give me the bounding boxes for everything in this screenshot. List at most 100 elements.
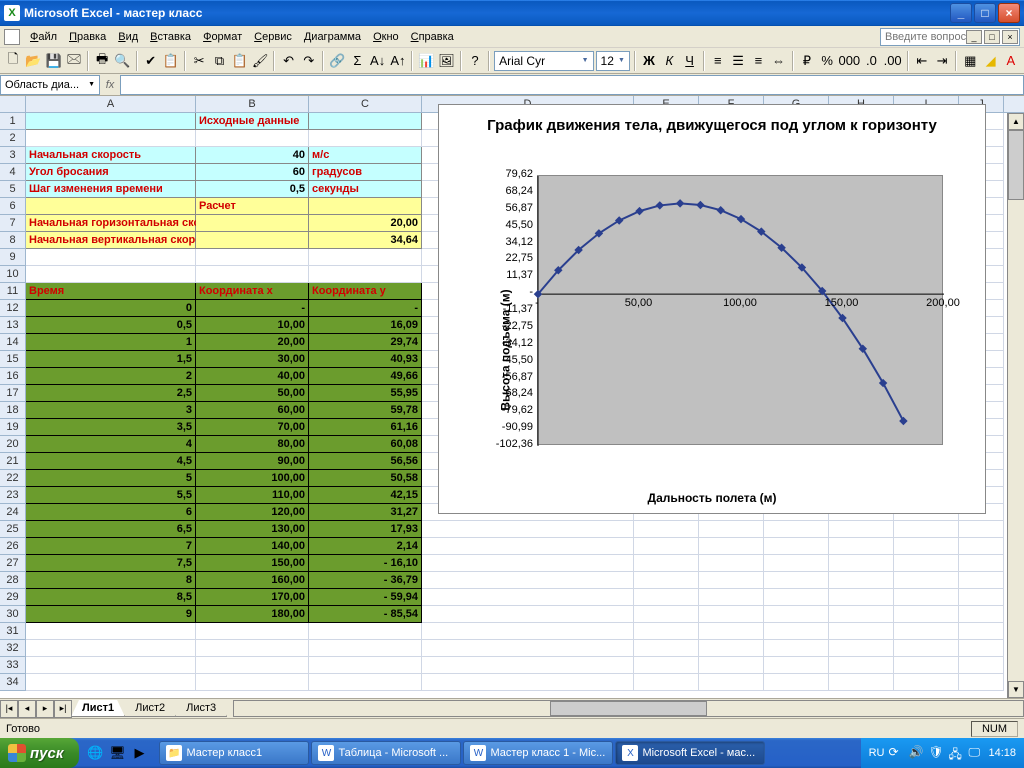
cell[interactable]	[699, 674, 764, 691]
cell[interactable]: Время	[26, 283, 196, 300]
cell[interactable]	[829, 674, 894, 691]
cell[interactable]	[959, 657, 1004, 674]
row-header[interactable]: 9	[0, 249, 26, 266]
align-left-icon[interactable]: ≡	[709, 50, 727, 72]
underline-button[interactable]: Ч	[680, 50, 698, 72]
cell[interactable]	[829, 538, 894, 555]
cell[interactable]: 60	[196, 164, 309, 181]
cell[interactable]	[26, 674, 196, 691]
cell[interactable]	[422, 657, 634, 674]
cell[interactable]: -	[309, 300, 422, 317]
language-indicator[interactable]: RU	[869, 747, 885, 759]
cell[interactable]: секунды	[309, 181, 422, 198]
tray-volume-icon[interactable]: 🔊	[908, 745, 924, 761]
cell[interactable]	[699, 572, 764, 589]
cell[interactable]	[959, 538, 1004, 555]
start-button[interactable]: пуск	[0, 738, 79, 768]
print-icon[interactable]: 🖶	[93, 50, 111, 72]
row-header[interactable]: 19	[0, 419, 26, 436]
cell[interactable]	[196, 215, 309, 232]
cell[interactable]	[764, 674, 829, 691]
row-header[interactable]: 17	[0, 385, 26, 402]
tray-shield-icon[interactable]: 🛡	[928, 745, 944, 761]
column-header[interactable]: B	[196, 96, 309, 112]
tab-nav-last[interactable]: ▸|	[54, 700, 72, 718]
cell[interactable]: 20,00	[309, 215, 422, 232]
cell[interactable]: Шаг изменения времени	[26, 181, 196, 198]
cell[interactable]	[196, 266, 309, 283]
tab-nav-next[interactable]: ▸	[36, 700, 54, 718]
cell[interactable]	[26, 657, 196, 674]
cell[interactable]: Расчет	[196, 198, 309, 215]
row-header[interactable]: 1	[0, 113, 26, 130]
cell[interactable]	[829, 623, 894, 640]
cell[interactable]: Начальная скорость	[26, 147, 196, 164]
cell[interactable]	[26, 640, 196, 657]
cell[interactable]: 1,5	[26, 351, 196, 368]
cell[interactable]	[196, 249, 309, 266]
minimize-button[interactable]: _	[950, 3, 972, 23]
cell[interactable]: 61,16	[309, 419, 422, 436]
cell[interactable]: Исходные данные	[196, 113, 309, 130]
cell[interactable]	[26, 130, 196, 147]
menu-item[interactable]: Справка	[405, 29, 460, 45]
clock[interactable]: 14:18	[988, 747, 1016, 759]
currency-icon[interactable]: ₽	[798, 50, 816, 72]
row-header[interactable]: 12	[0, 300, 26, 317]
menu-item[interactable]: Вид	[112, 29, 144, 45]
cell[interactable]: Координата x	[196, 283, 309, 300]
cell[interactable]: 7	[26, 538, 196, 555]
formula-input[interactable]	[120, 75, 1024, 95]
cell[interactable]: 0,5	[196, 181, 309, 198]
bold-button[interactable]: Ж	[640, 50, 658, 72]
row-header[interactable]: 13	[0, 317, 26, 334]
drawing-icon[interactable]: 🖼	[437, 50, 456, 72]
cell[interactable]: -	[196, 300, 309, 317]
cell[interactable]: Угол бросания	[26, 164, 196, 181]
cell[interactable]	[959, 623, 1004, 640]
cell[interactable]	[894, 521, 959, 538]
copy-icon[interactable]: ⧉	[210, 50, 228, 72]
cell[interactable]	[26, 113, 196, 130]
quicklaunch-desktop-icon[interactable]: 🖥	[107, 743, 127, 763]
maximize-button[interactable]: □	[974, 3, 996, 23]
cell[interactable]: 55,95	[309, 385, 422, 402]
sort-asc-icon[interactable]: A↓	[369, 50, 387, 72]
paste-icon[interactable]: 📋	[231, 50, 249, 72]
cell[interactable]	[699, 589, 764, 606]
row-header[interactable]: 4	[0, 164, 26, 181]
borders-icon[interactable]: ▦	[961, 50, 979, 72]
taskbar-task[interactable]: WМастер класс 1 - Mic...	[463, 741, 613, 765]
cell[interactable]: 59,78	[309, 402, 422, 419]
cell[interactable]	[764, 589, 829, 606]
row-header[interactable]: 20	[0, 436, 26, 453]
cell[interactable]: 30,00	[196, 351, 309, 368]
cell[interactable]	[309, 113, 422, 130]
cell[interactable]: м/с	[309, 147, 422, 164]
row-header[interactable]: 28	[0, 572, 26, 589]
cell[interactable]: 150,00	[196, 555, 309, 572]
cell[interactable]	[422, 521, 634, 538]
tray-icon[interactable]: ⟳	[888, 745, 904, 761]
row-header[interactable]: 2	[0, 130, 26, 147]
cell[interactable]	[764, 640, 829, 657]
cell[interactable]: 70,00	[196, 419, 309, 436]
cell[interactable]	[959, 521, 1004, 538]
row-header[interactable]: 21	[0, 453, 26, 470]
taskbar-task[interactable]: 📁Мастер класс1	[159, 741, 309, 765]
cell[interactable]: 4,5	[26, 453, 196, 470]
format-painter-icon[interactable]: 🖌	[251, 50, 270, 72]
new-icon[interactable]: 🗋	[4, 50, 22, 72]
cell[interactable]	[764, 657, 829, 674]
column-header[interactable]: A	[26, 96, 196, 112]
align-center-icon[interactable]: ☰	[729, 50, 747, 72]
row-header[interactable]: 30	[0, 606, 26, 623]
cell[interactable]	[309, 130, 422, 147]
research-icon[interactable]: 📋	[162, 50, 180, 72]
cell[interactable]	[959, 589, 1004, 606]
mdi-minimize-button[interactable]: _	[966, 30, 982, 44]
cell[interactable]: 0	[26, 300, 196, 317]
help-icon[interactable]: ?	[466, 50, 484, 72]
cell[interactable]: 34,64	[309, 232, 422, 249]
cut-icon[interactable]: ✂	[190, 50, 208, 72]
